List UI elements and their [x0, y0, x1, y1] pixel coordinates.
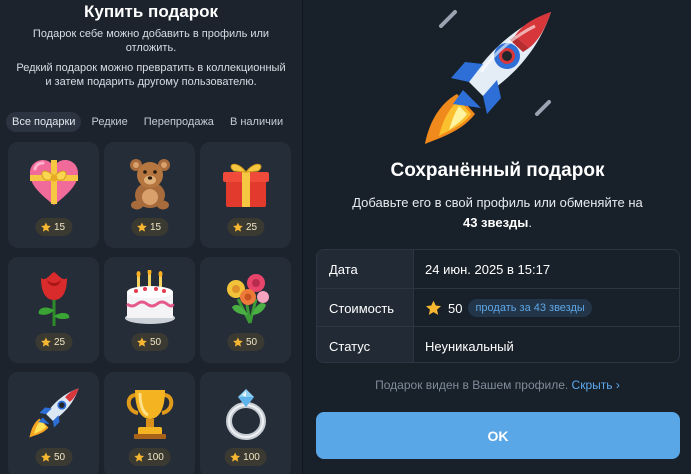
price-value: 50 — [149, 336, 162, 348]
tab-resale[interactable]: Перепродажа — [138, 112, 220, 132]
heart-icon — [8, 148, 99, 218]
price-badge: 50 — [226, 333, 265, 351]
bouquet-icon — [200, 263, 291, 333]
trophy-icon — [104, 378, 195, 448]
price-badge: 100 — [224, 448, 267, 466]
description-amount: 43 звезды — [462, 215, 529, 230]
price-value: 15 — [149, 221, 162, 233]
gift-card-teddy-bear[interactable]: 15 — [104, 142, 195, 248]
description-end: . — [528, 215, 533, 230]
hide-link[interactable]: Скрыть › — [572, 378, 620, 392]
star-icon — [133, 451, 144, 462]
row-value: 50 продать за 43 звезды — [425, 289, 592, 327]
price-value: 25 — [53, 336, 66, 348]
price-badge: 25 — [34, 333, 73, 351]
price-value: 50 — [53, 451, 66, 463]
star-icon — [425, 300, 442, 315]
gift-info-table: Дата 24 июн. 2025 в 15:17 Стоимость 50 п… — [316, 249, 680, 363]
sell-button[interactable]: продать за 43 звезды — [468, 299, 592, 317]
gift-card-gift-box[interactable]: 25 — [200, 142, 291, 248]
gift-box-icon — [200, 148, 291, 218]
star-icon — [136, 221, 147, 232]
row-cost: Стоимость 50 продать за 43 звезды — [317, 288, 679, 327]
price-value: 25 — [245, 221, 258, 233]
star-icon — [40, 336, 51, 347]
app-root: Купить подарок Подарок себе можно добави… — [0, 0, 691, 474]
star-icon — [40, 221, 51, 232]
row-value: Неуникальный — [425, 327, 514, 362]
saved-gift-sheet: Сохранённый подарок Добавьте его в свой … — [302, 0, 691, 474]
price-badge: 15 — [34, 218, 73, 236]
tab-all-gifts[interactable]: Все подарки — [6, 112, 82, 132]
gift-card-cake[interactable]: 50 — [104, 257, 195, 363]
price-badge: 50 — [34, 448, 73, 466]
shop-title: Купить подарок — [84, 2, 218, 21]
price-badge: 25 — [226, 218, 265, 236]
rose-icon — [8, 263, 99, 333]
date-value: 24 июн. 2025 в 15:17 — [425, 261, 551, 277]
cake-icon — [104, 263, 195, 333]
price-badge: 100 — [128, 448, 171, 466]
price-value: 100 — [243, 451, 260, 463]
tab-rare[interactable]: Редкие — [85, 112, 133, 132]
teddy-bear-icon — [104, 148, 195, 218]
price-value: 15 — [53, 221, 66, 233]
star-icon — [40, 451, 51, 462]
shop-description-2: Редкий подарок можно превратить в коллек… — [16, 62, 286, 88]
gift-card-bouquet[interactable]: 50 — [200, 257, 291, 363]
rocket-icon — [411, 2, 561, 152]
row-date: Дата 24 июн. 2025 в 15:17 — [317, 250, 679, 288]
sheet-title: Сохранённый подарок — [390, 160, 605, 181]
visibility-note: Подарок виден в Вашем профиле. Скрыть › — [303, 378, 691, 392]
rocket-icon — [8, 378, 99, 448]
gift-card-rocket[interactable]: 50 — [8, 372, 99, 474]
star-icon — [229, 451, 240, 462]
gift-card-ring[interactable]: 100 — [200, 372, 291, 474]
price-value: 50 — [245, 336, 258, 348]
star-icon — [136, 336, 147, 347]
sheet-description: Добавьте его в свой профиль или обменяйт… — [325, 193, 670, 233]
cost-value: 50 — [448, 300, 463, 316]
gift-card-heart[interactable]: 15 — [8, 142, 99, 248]
shop-description-1: Подарок себе можно добавить в профиль ил… — [32, 28, 270, 54]
price-badge: 15 — [130, 218, 169, 236]
gift-card-rose[interactable]: 25 — [8, 257, 99, 363]
ring-icon — [200, 378, 291, 448]
gift-card-trophy[interactable]: 100 — [104, 372, 195, 474]
ok-button[interactable]: OK — [316, 412, 680, 459]
row-label: Статус — [317, 327, 414, 362]
star-icon — [232, 336, 243, 347]
note-text: Подарок виден в Вашем профиле. — [375, 378, 569, 392]
price-badge: 50 — [130, 333, 169, 351]
tab-in-stock[interactable]: В наличии — [224, 112, 289, 132]
price-value: 100 — [147, 451, 164, 463]
row-value: 24 июн. 2025 в 15:17 — [425, 250, 550, 288]
row-label: Дата — [317, 250, 414, 288]
gift-filter-tabs: Все подарки Редкие Перепродажа В наличии — [6, 111, 289, 133]
gift-shop-panel: Купить подарок Подарок себе можно добави… — [0, 0, 302, 474]
row-status: Статус Неуникальный — [317, 326, 679, 362]
description-text: Добавьте его в свой профиль или обменяйт… — [352, 195, 643, 210]
status-value: Неуникальный — [425, 338, 514, 354]
row-label: Стоимость — [317, 289, 414, 327]
star-icon — [232, 221, 243, 232]
